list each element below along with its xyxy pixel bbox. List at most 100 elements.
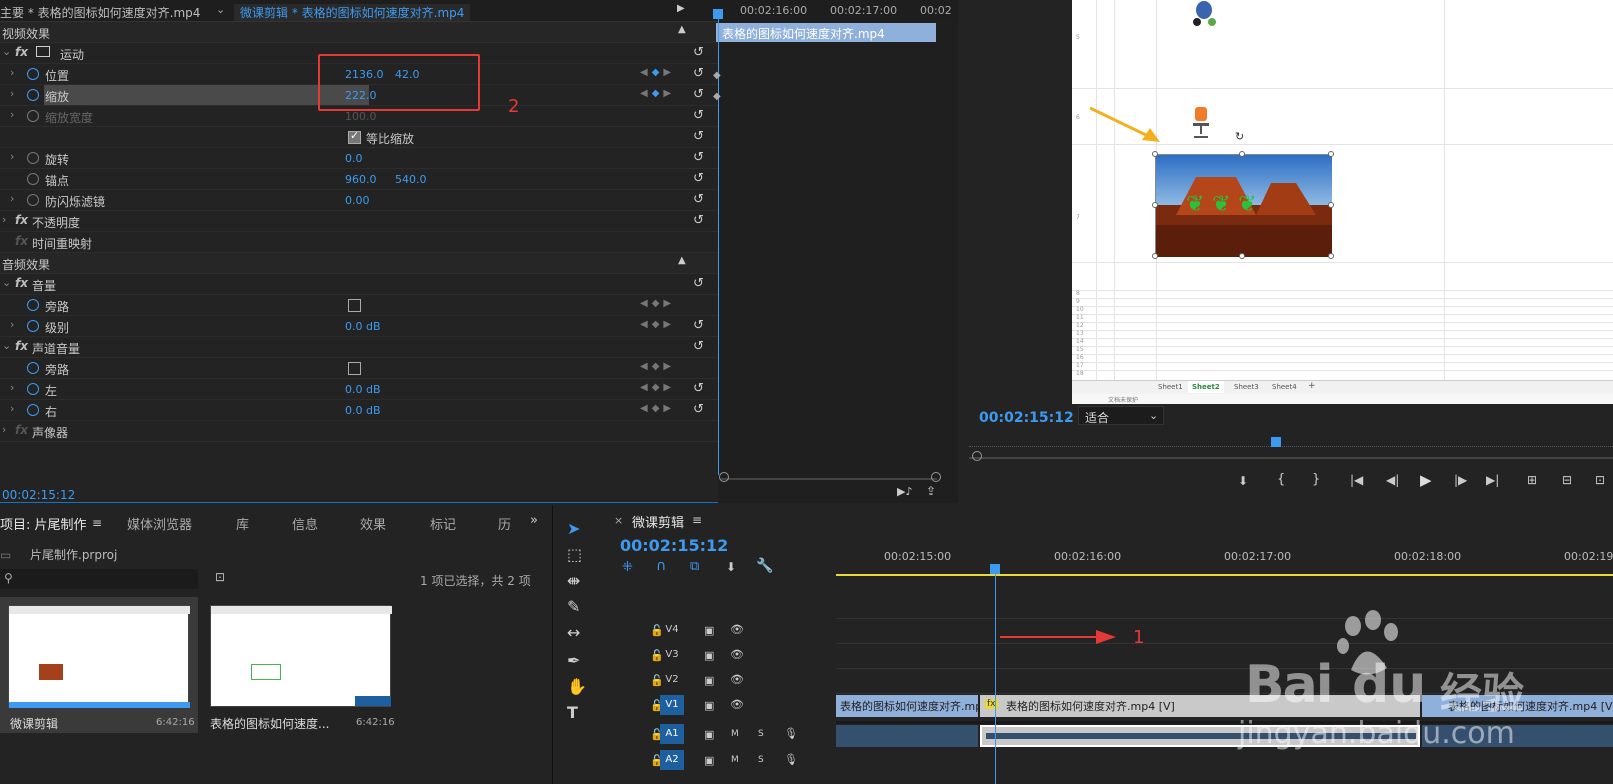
anchor-x-value[interactable]: 960.0: [345, 173, 377, 186]
sheet-tab[interactable]: Sheet1: [1158, 383, 1183, 391]
timeline-title[interactable]: 微课剪辑: [632, 512, 684, 531]
audio-clip[interactable]: [836, 725, 978, 747]
bypass2-checkbox[interactable]: [348, 362, 361, 375]
project-item-sequence[interactable]: 微课剪辑 6:42:16: [0, 597, 198, 733]
reset-icon[interactable]: ↺: [693, 318, 704, 333]
sync-lock-icon[interactable]: ▣: [704, 674, 714, 687]
level-row[interactable]: › 级别 0.0 dB ◀◆▶ ↺: [0, 316, 718, 337]
chevron-right-icon[interactable]: ›: [10, 150, 14, 163]
snap-icon[interactable]: ⁜: [622, 560, 633, 575]
antiflicker-value[interactable]: 0.00: [345, 194, 370, 207]
tab-project[interactable]: 项目: 片尾制作: [0, 514, 87, 533]
slip-tool-icon[interactable]: ↔: [567, 623, 580, 642]
track-label-v1[interactable]: V1: [660, 695, 684, 715]
lift-icon[interactable]: ⊞: [1527, 473, 1537, 487]
sync-lock-icon[interactable]: ▣: [704, 728, 714, 741]
mini-clip[interactable]: 表格的图标如何速度对齐.mp4: [716, 23, 936, 42]
keyframe-nav[interactable]: ◀◆▶: [640, 382, 675, 393]
effect-timecode[interactable]: 00:02:15:12: [2, 488, 75, 502]
pen-tool-icon[interactable]: ✒: [567, 651, 580, 670]
keyframe-nav[interactable]: ◀◆▶: [640, 361, 675, 372]
source-tab[interactable]: 主要 * 表格的图标如何速度对齐.mp4: [0, 4, 200, 21]
stopwatch-icon[interactable]: [27, 68, 39, 80]
fx-icon[interactable]: fx: [15, 45, 28, 59]
reset-icon[interactable]: ↺: [693, 45, 704, 60]
timeline-playhead-handle[interactable]: [990, 564, 1000, 574]
chevron-right-icon[interactable]: ›: [2, 213, 6, 226]
stopwatch-icon[interactable]: [27, 299, 39, 311]
track-label-a2[interactable]: A2: [660, 750, 684, 770]
sync-lock-icon[interactable]: ▣: [704, 754, 714, 767]
wrench-icon[interactable]: 🔧: [756, 558, 773, 574]
selection-tool-icon[interactable]: ➤: [567, 519, 580, 538]
resize-handle[interactable]: [1152, 202, 1158, 208]
eye-icon[interactable]: 👁: [730, 698, 744, 711]
tab-info[interactable]: 信息: [292, 514, 318, 533]
uniform-scale-row[interactable]: ✓ 等比缩放 ↺: [0, 127, 718, 148]
sheet-tab[interactable]: Sheet4: [1272, 383, 1297, 391]
chevron-icon[interactable]: ⌄: [2, 339, 11, 352]
add-sheet-icon[interactable]: +: [1308, 381, 1316, 391]
mark-out-icon[interactable]: }: [1312, 472, 1320, 487]
solo-button[interactable]: S: [758, 729, 764, 739]
sheet-tab-active[interactable]: Sheet2: [1188, 381, 1224, 393]
program-playhead-handle[interactable]: [1271, 437, 1281, 447]
program-scrub-ruler[interactable]: [969, 446, 1613, 448]
mini-ruler[interactable]: 00:02:16:00 00:02:17:00 00:02: [718, 0, 958, 22]
marker-icon[interactable]: ⬇: [1238, 474, 1248, 488]
stopwatch-icon[interactable]: [27, 383, 39, 395]
reset-icon[interactable]: ↺: [693, 150, 704, 165]
type-tool-icon[interactable]: T: [567, 703, 578, 722]
tab-effects[interactable]: 效果: [360, 514, 386, 533]
rotate-handle-icon[interactable]: ↻: [1235, 130, 1244, 143]
fx-icon[interactable]: fx: [15, 276, 28, 290]
chevron-right-icon[interactable]: ›: [10, 402, 14, 415]
razor-tool-icon[interactable]: ✎: [567, 597, 580, 616]
go-to-out-icon[interactable]: ▶|: [1486, 473, 1499, 487]
channel-volume-row[interactable]: ⌄ fx 声道音量 ↺: [0, 337, 718, 358]
reset-icon[interactable]: ↺: [693, 402, 704, 417]
eye-icon[interactable]: 👁: [730, 648, 744, 661]
transform-icon[interactable]: [36, 46, 50, 57]
reset-icon[interactable]: ↺: [693, 381, 704, 396]
keyframe-nav[interactable]: ◀◆▶: [640, 298, 675, 309]
rotation-value[interactable]: 0.0: [345, 152, 363, 165]
panel-menu-icon[interactable]: ≡: [92, 516, 102, 530]
eye-icon[interactable]: 👁: [730, 623, 744, 636]
play-triangle-icon[interactable]: ▶: [677, 3, 685, 14]
left-channel-row[interactable]: › 左 0.0 dB ◀◆▶ ↺: [0, 379, 718, 400]
close-tab-icon[interactable]: ×: [614, 514, 623, 527]
resize-handle[interactable]: [1152, 151, 1158, 157]
collapse-up-icon[interactable]: ▲: [678, 255, 686, 266]
keyframe-nav[interactable]: ◀◆▶: [640, 88, 675, 99]
step-back-icon[interactable]: ◀|: [1386, 473, 1399, 487]
chevron-icon[interactable]: ⌄: [2, 45, 11, 58]
keyframe-nav[interactable]: ◀◆▶: [640, 67, 675, 78]
chevron-down-icon[interactable]: ⌄: [216, 3, 225, 16]
extract-icon[interactable]: ⊟: [1562, 473, 1572, 487]
track-label-v2[interactable]: V2: [660, 670, 684, 690]
reset-icon[interactable]: ↺: [693, 129, 704, 144]
tab-libraries[interactable]: 库: [236, 514, 249, 533]
bypass2-row[interactable]: 旁路 ◀◆▶: [0, 358, 718, 379]
anchor-row[interactable]: 锚点 960.0 540.0 ↺: [0, 169, 718, 190]
selected-image-clip[interactable]: ❦ ❦ ❦: [1155, 154, 1332, 257]
reset-icon[interactable]: ↺: [693, 276, 704, 291]
new-bin-icon[interactable]: ⊡: [215, 570, 225, 584]
reset-icon[interactable]: ↺: [693, 339, 704, 354]
fx-icon[interactable]: fx: [15, 213, 28, 227]
opacity-row[interactable]: › fx 不透明度 ↺: [0, 211, 718, 232]
track-label-a1[interactable]: A1: [660, 724, 684, 744]
mark-in-icon[interactable]: {: [1277, 472, 1285, 487]
right-value[interactable]: 0.0 dB: [345, 404, 381, 417]
anchor-y-value[interactable]: 540.0: [395, 173, 427, 186]
scroll-handle-right[interactable]: [931, 472, 941, 482]
resize-handle[interactable]: [1239, 151, 1245, 157]
program-frame[interactable]: 5 6 7 8 9 10 11 12 13 14 15 16 17 18 ❦ ❦…: [1072, 0, 1613, 404]
tab-history[interactable]: 历: [498, 514, 511, 533]
more-tabs-icon[interactable]: »: [530, 513, 538, 528]
program-timecode[interactable]: 00:02:15:12: [979, 410, 1074, 426]
video-clip[interactable]: 表格的图标如何速度对齐.mp4 [V]: [836, 695, 978, 717]
fit-dropdown[interactable]: 适合 ⌄: [1078, 406, 1164, 425]
chevron-right-icon[interactable]: ›: [10, 318, 14, 331]
